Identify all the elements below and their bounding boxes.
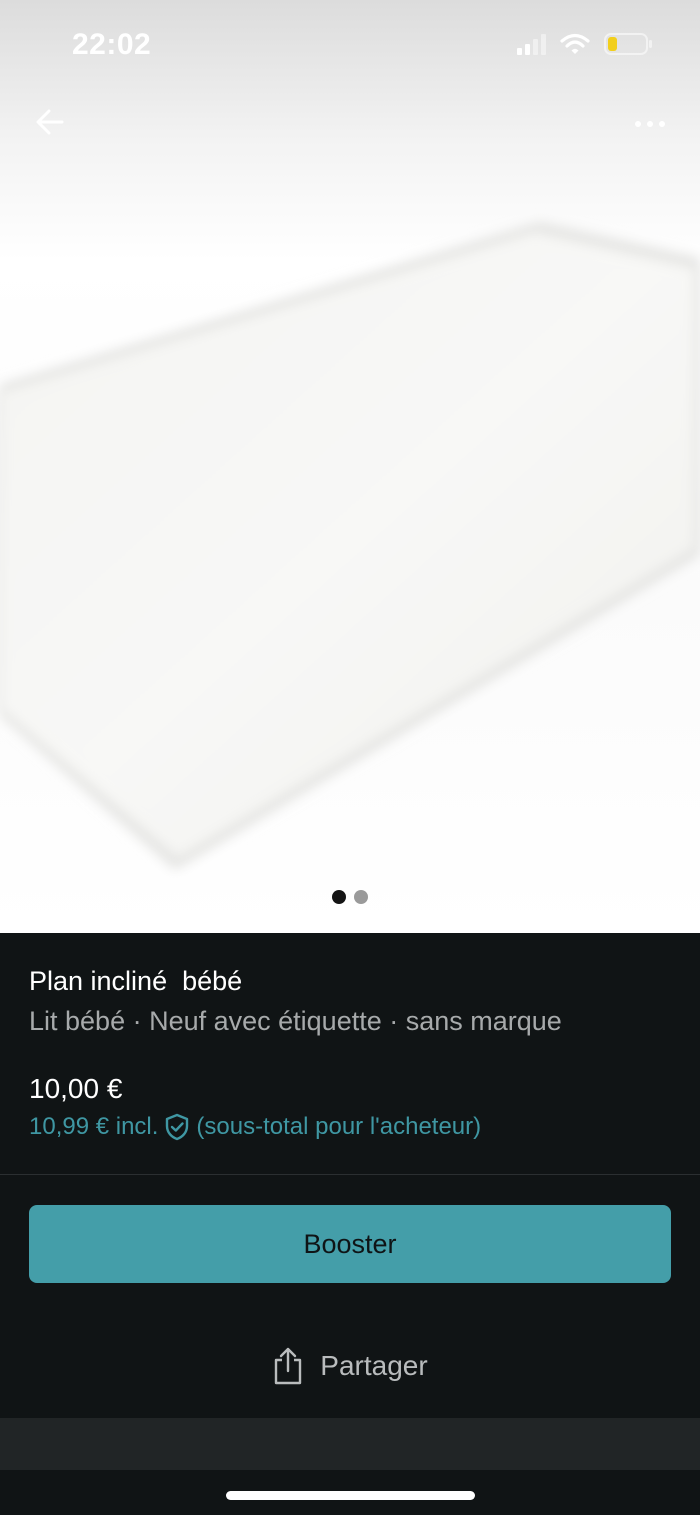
share-label: Partager bbox=[320, 1350, 428, 1381]
home-indicator[interactable] bbox=[226, 1491, 475, 1500]
status-icons bbox=[517, 32, 654, 56]
status-time: 22:02 bbox=[72, 28, 152, 61]
bottom-panel bbox=[0, 1418, 700, 1470]
booster-button-label: Booster bbox=[303, 1228, 397, 1259]
product-price: 10,00 € bbox=[29, 1073, 123, 1104]
buyer-price: 10,99 € incl. bbox=[29, 1113, 159, 1140]
product-title: Plan incliné bébé bbox=[29, 966, 243, 996]
back-button[interactable] bbox=[28, 100, 72, 144]
buyer-note: (sous-total pour l'acheteur) bbox=[196, 1113, 482, 1140]
divider bbox=[0, 1174, 700, 1175]
pagination-dot[interactable] bbox=[354, 890, 368, 904]
signal-icon bbox=[517, 33, 546, 55]
wifi-icon bbox=[560, 33, 590, 54]
product-image-gallery[interactable] bbox=[0, 0, 700, 933]
share-button[interactable]: Partager bbox=[0, 1330, 700, 1402]
shield-check-icon bbox=[166, 1113, 189, 1141]
booster-button[interactable]: Booster bbox=[29, 1205, 671, 1283]
arrow-left-icon bbox=[36, 109, 64, 135]
status-bar: 22:02 bbox=[0, 0, 700, 90]
buyer-price-line[interactable]: 10,99 € incl. (sous-total pour l'acheteu… bbox=[29, 1113, 481, 1141]
pagination-dot-active[interactable] bbox=[332, 890, 346, 904]
more-horizontal-icon bbox=[635, 121, 641, 127]
more-options-button[interactable] bbox=[626, 102, 674, 146]
share-icon bbox=[275, 1347, 302, 1385]
gallery-pagination bbox=[0, 890, 700, 904]
product-info: Plan incliné bébé Lit bébé · Neuf avec é… bbox=[0, 933, 700, 1175]
product-photo[interactable] bbox=[0, 0, 700, 933]
product-subtitle: Lit bébé · Neuf avec étiquette · sans ma… bbox=[29, 1006, 562, 1036]
battery-icon bbox=[604, 33, 652, 55]
